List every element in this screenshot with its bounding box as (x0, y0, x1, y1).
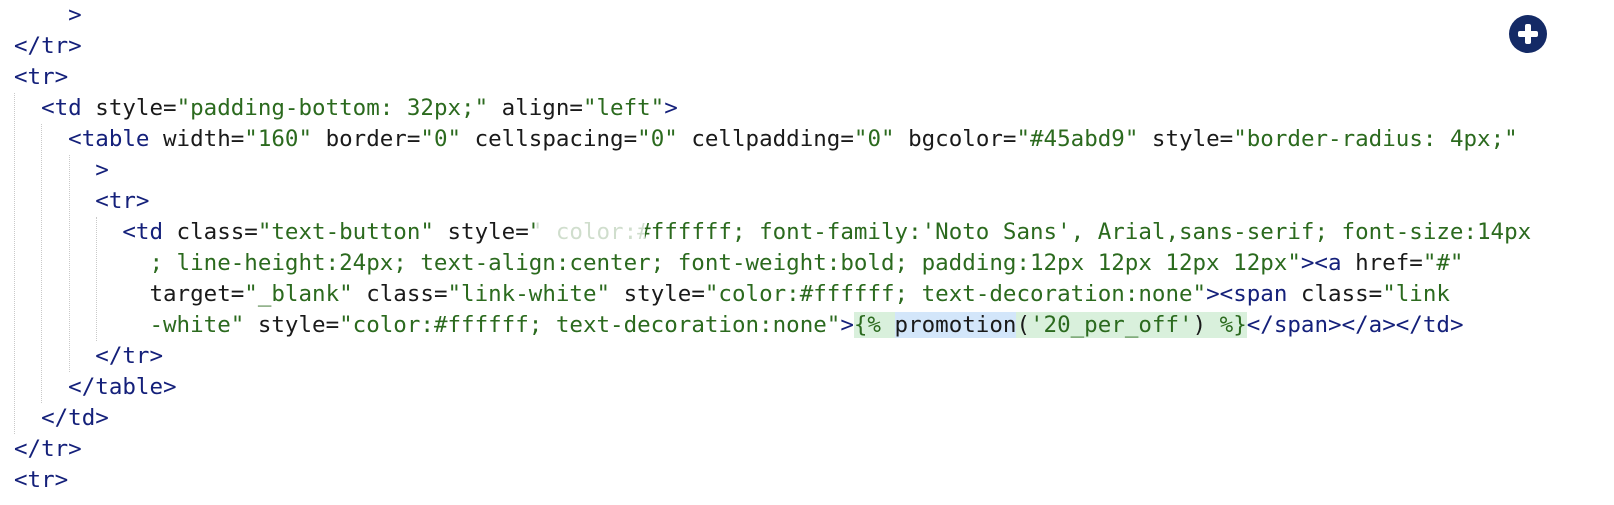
code-token: "#45abd9" (1016, 126, 1139, 152)
code-token: "border-radius: 4px;" (1233, 126, 1518, 152)
code-token: </tr> (14, 436, 82, 462)
code-token: > (14, 2, 82, 28)
code-line[interactable]: </table> (14, 372, 177, 403)
code-line[interactable]: <td class="text-button" style=" color:#f… (14, 217, 1531, 248)
code-line[interactable]: <tr> (14, 186, 149, 217)
code-token: class (352, 281, 434, 307)
code-token: = (515, 219, 529, 245)
code-token: style (610, 281, 692, 307)
code-token: ><a (1300, 250, 1342, 276)
code-line[interactable]: -white" style="color:#ffffff; text-decor… (14, 310, 1464, 341)
code-token: '20_per_off' (1030, 312, 1193, 338)
code-token: promotion (894, 312, 1017, 338)
code-token: > (840, 312, 854, 338)
code-token: "_blank" (244, 281, 353, 307)
code-token: <tr> (14, 467, 69, 493)
code-token: <table (14, 126, 150, 152)
code-line[interactable]: <tr> (14, 465, 68, 496)
code-line[interactable]: </td> (14, 403, 109, 434)
code-token: ) (1192, 312, 1220, 338)
code-token: ; line-height:24px; text-align:center; f… (14, 250, 1301, 276)
code-token: target (14, 281, 231, 307)
code-token: {% (853, 312, 895, 338)
code-token: "color:#ffffff; text-decoration:none" (339, 312, 841, 338)
code-line[interactable]: <table width="160" border="0" cellspacin… (14, 124, 1518, 155)
drag-overlay (535, 216, 645, 247)
code-token: </td> (14, 405, 109, 431)
code-line[interactable]: target="_blank" class="link-white" style… (14, 279, 1450, 310)
code-token: <td (14, 95, 82, 121)
code-token: border (312, 126, 407, 152)
code-token: width (149, 126, 231, 152)
code-token: " color:#ffffff; font-family:'Noto Sans'… (528, 219, 1532, 245)
plus-icon (1525, 24, 1531, 44)
code-token: = (1219, 126, 1234, 152)
code-token: %} (1219, 312, 1247, 338)
code-token: class (163, 219, 245, 245)
code-token: "0" (637, 126, 678, 152)
code-token: bgcolor (894, 126, 1003, 152)
code-line[interactable]: > (14, 155, 109, 186)
code-token: = (406, 126, 421, 152)
code-line[interactable]: </tr> (14, 31, 82, 62)
code-token: "left" (582, 95, 665, 121)
code-token: = (840, 126, 854, 152)
code-token: "#" (1422, 250, 1464, 276)
code-token: href (1341, 250, 1410, 276)
code-token: = (691, 281, 705, 307)
code-token: > (664, 95, 678, 121)
code-token: class (1287, 281, 1369, 307)
code-line[interactable]: </tr> (14, 434, 82, 465)
code-token: style (1138, 126, 1220, 152)
add-block-button[interactable] (1509, 15, 1547, 53)
code-token: style (244, 312, 326, 338)
code-line[interactable]: </tr> (14, 341, 163, 372)
code-line[interactable]: <td style="padding-bottom: 32px;" align=… (14, 93, 678, 124)
code-token: "160" (244, 126, 313, 152)
code-token: = (1002, 126, 1017, 152)
code-token: "padding-bottom: 32px;" (176, 95, 489, 121)
code-token: ( (1016, 312, 1030, 338)
code-token: = (433, 281, 448, 307)
code-token: = (163, 95, 177, 121)
code-token: </table> (14, 374, 177, 400)
code-token: "text-button" (257, 219, 434, 245)
code-token: = (623, 126, 638, 152)
code-token: "link (1382, 281, 1450, 307)
code-token: "color:#ffffff; text-decoration:none" (704, 281, 1207, 307)
code-token: <td (14, 219, 164, 245)
code-line[interactable]: > (14, 0, 82, 31)
code-editor[interactable]: > </tr> <tr> <td style="padding-bottom: 32… (0, 0, 1614, 505)
code-token: </span></a></td> (1246, 312, 1464, 338)
code-token: = (230, 126, 245, 152)
code-token: cellpadding (677, 126, 841, 152)
code-token: = (244, 219, 258, 245)
code-token: style (81, 95, 164, 121)
code-token: cellspacing (461, 126, 624, 152)
code-token: "0" (853, 126, 895, 152)
code-token: = (569, 95, 583, 121)
code-token: = (1368, 281, 1383, 307)
code-token: ><span (1206, 281, 1288, 307)
code-token: style (433, 219, 516, 245)
code-token: = (325, 312, 340, 338)
code-token: -white" (14, 312, 245, 338)
code-line[interactable]: <tr> (14, 62, 68, 93)
code-token: = (1409, 250, 1423, 276)
code-token: = (230, 281, 245, 307)
code-token: > (14, 157, 109, 183)
code-token: <tr> (14, 188, 150, 214)
code-token: <tr> (14, 64, 69, 90)
code-token: align (488, 95, 570, 121)
code-token: "link-white" (447, 281, 611, 307)
code-token: "0" (420, 126, 462, 152)
code-token: </tr> (14, 33, 82, 59)
code-line[interactable]: ; line-height:24px; text-align:center; f… (14, 248, 1463, 279)
code-token: </tr> (14, 343, 164, 369)
